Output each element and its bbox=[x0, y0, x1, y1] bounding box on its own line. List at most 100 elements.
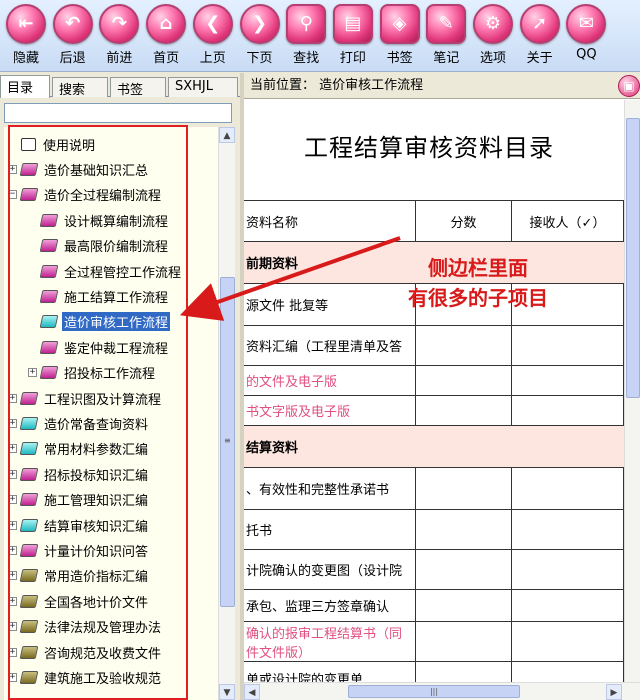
tree-item[interactable]: + 常用材料参数汇编 bbox=[8, 438, 150, 460]
toolbar-button-13[interactable]: ✉ QQ bbox=[564, 4, 608, 70]
expand-icon[interactable]: + bbox=[8, 672, 17, 682]
tree-item-label: 造价常备查询资料 bbox=[44, 417, 149, 433]
table-row: 单或设计院的变更单 bbox=[244, 662, 624, 682]
table-cell bbox=[416, 326, 512, 365]
document-hscroll-thumb[interactable]: ||| bbox=[348, 685, 520, 698]
document-title: 工程结算审核资料目录 bbox=[304, 134, 554, 162]
toolbar-button-7[interactable]: ⚲ 查找 bbox=[284, 4, 328, 70]
tree-item[interactable]: + 咨询规范及收费文件 bbox=[8, 641, 163, 663]
toolbar-button-5[interactable]: ❮ 上页 bbox=[191, 4, 235, 70]
table-row: 托书 bbox=[244, 510, 624, 550]
left-panel: 目录 搜索 书签 SXHJL 使用说明 + 造价基础知识汇总 − 造价全过程编制流程设计… bbox=[0, 73, 240, 700]
expand-icon[interactable]: + bbox=[8, 164, 17, 174]
tree-item-label: 造价审核工作流程 bbox=[62, 312, 171, 332]
expand-icon[interactable]: + bbox=[8, 622, 17, 632]
tree-item[interactable]: 鉴定仲裁工程流程 bbox=[28, 336, 170, 358]
table-cell bbox=[512, 662, 624, 682]
expand-icon[interactable]: + bbox=[8, 469, 17, 479]
toolbar-button-1[interactable]: ⇤ 隐藏 bbox=[4, 4, 48, 70]
tree-item[interactable]: 使用说明 bbox=[8, 133, 97, 155]
tree-item[interactable]: 最高限价编制流程 bbox=[28, 235, 170, 257]
tab-bookmarks[interactable]: 书签 bbox=[110, 77, 166, 98]
table-row: 确认的报审工程结算书（同 件文件版） bbox=[244, 622, 624, 662]
scroll-right-arrow-icon[interactable]: ▶ bbox=[606, 684, 622, 700]
toolbar-button-6[interactable]: ❯ 下页 bbox=[238, 4, 282, 70]
table-row: 计院确认的变更图（设计院 bbox=[244, 550, 624, 590]
back-icon: ↶ bbox=[52, 4, 93, 44]
tree-scroll-thumb[interactable]: ≡ bbox=[220, 277, 235, 607]
tab-search[interactable]: 搜索 bbox=[52, 77, 108, 98]
tree-item[interactable]: − 造价全过程编制流程 bbox=[8, 184, 163, 206]
expand-icon[interactable]: + bbox=[8, 393, 17, 403]
table-header-cell: 接收人（✓） bbox=[512, 201, 624, 241]
expand-icon[interactable]: + bbox=[8, 444, 17, 454]
tree-item-label: 招投标工作流程 bbox=[64, 367, 156, 383]
book-icon bbox=[19, 162, 39, 176]
printer-icon: ▤ bbox=[332, 4, 373, 44]
expand-icon[interactable]: + bbox=[8, 571, 17, 581]
scroll-up-arrow-icon[interactable]: ▲ bbox=[219, 127, 235, 143]
document-hscrollbar[interactable]: ◀ ||| ▶ bbox=[244, 682, 640, 700]
toolbar-button-8[interactable]: ▤ 打印 bbox=[331, 4, 375, 70]
document-scroll-thumb[interactable] bbox=[626, 118, 640, 398]
tree-item[interactable]: 全过程管控工作流程 bbox=[28, 260, 183, 282]
book-icon bbox=[19, 442, 39, 456]
tree-search-input[interactable] bbox=[4, 103, 232, 123]
tree-item[interactable]: + 造价常备查询资料 bbox=[8, 412, 150, 434]
tree-item[interactable]: + 建筑施工及验收规范 bbox=[8, 666, 163, 688]
qq-icon: ✉ bbox=[566, 4, 607, 44]
toolbar-button-label: 书签 bbox=[386, 51, 413, 66]
collapse-icon[interactable]: − bbox=[8, 190, 17, 200]
left-tabs: 目录 搜索 书签 SXHJL bbox=[0, 75, 240, 98]
tree-item[interactable]: 施工结算工作流程 bbox=[28, 285, 170, 307]
toolbar-button-3[interactable]: ↷ 前进 bbox=[97, 4, 141, 70]
expand-icon[interactable]: + bbox=[8, 545, 17, 555]
expand-icon[interactable]: + bbox=[28, 368, 37, 378]
table-header-row: 资料名称 分数 接收人（✓） bbox=[244, 200, 624, 242]
toolbar-button-10[interactable]: ✎ 笔记 bbox=[424, 4, 468, 70]
table-cell bbox=[416, 550, 512, 589]
gear-icon: ⚙ bbox=[473, 4, 513, 44]
tree-item[interactable]: + 造价基础知识汇总 bbox=[8, 158, 150, 180]
tree-item[interactable]: + 招标投标知识汇编 bbox=[8, 463, 150, 485]
book-icon bbox=[19, 569, 39, 583]
toolbar-button-label: 查找 bbox=[293, 51, 320, 66]
tab-sxhjl[interactable]: SXHJL bbox=[168, 77, 238, 97]
expand-icon[interactable]: + bbox=[8, 596, 17, 606]
tree-item-label: 使用说明 bbox=[43, 138, 96, 154]
toolbar-button-label: 选项 bbox=[479, 51, 506, 66]
toolbar-button-11[interactable]: ⚙ 选项 bbox=[471, 4, 515, 70]
scroll-left-arrow-icon[interactable]: ◀ bbox=[244, 684, 260, 700]
tree-item[interactable]: + 法律法规及管理办法 bbox=[8, 616, 163, 638]
toolbar-button-2[interactable]: ↶ 后退 bbox=[51, 4, 95, 70]
tab-contents[interactable]: 目录 bbox=[0, 75, 50, 98]
document-scrollbar[interactable] bbox=[624, 100, 640, 682]
tree-item[interactable]: + 工程识图及计算流程 bbox=[8, 387, 163, 409]
table-cell bbox=[416, 366, 512, 395]
tree-item[interactable]: + 计量计价知识问答 bbox=[8, 539, 150, 561]
tree-item[interactable]: + 常用造价指标汇编 bbox=[8, 565, 150, 587]
app-window: ⇤ 隐藏 ↶ 后退 ↷ 前进 ⌂ 首页 ❮ 上页 ❯ 下页 ⚲ 查找 ▤ 打印 ◈ 书签 ✎ 笔记 ⚙ 选项 ➚ 关于 ✉ QQ … bbox=[0, 0, 640, 700]
scroll-down-arrow-icon[interactable]: ▼ bbox=[219, 684, 235, 700]
toolbar-button-12[interactable]: ➚ 关于 bbox=[518, 4, 562, 70]
tree-item[interactable]: + 招投标工作流程 bbox=[28, 362, 157, 384]
document-name-cell: 资料汇编（工程里清单及答 bbox=[244, 326, 416, 365]
toolbar-button-label: 笔记 bbox=[433, 51, 460, 66]
tree-item[interactable]: + 全国各地计价文件 bbox=[8, 590, 150, 612]
tree-scrollbar[interactable]: ▲ ≡ ▼ bbox=[218, 127, 235, 700]
tree-item[interactable]: + 施工管理知识汇编 bbox=[8, 489, 150, 511]
toolbar-button-label: 前进 bbox=[106, 51, 133, 66]
tree-item[interactable]: 造价审核工作流程 bbox=[28, 311, 171, 333]
expand-icon[interactable]: + bbox=[8, 520, 17, 530]
tree-item-label: 建筑施工及验收规范 bbox=[44, 671, 162, 687]
toolbar-button-9[interactable]: ◈ 书签 bbox=[378, 4, 422, 70]
close-page-icon[interactable]: ▣ bbox=[618, 75, 640, 97]
expand-icon[interactable]: + bbox=[8, 418, 17, 428]
tree-item[interactable]: 设计概算编制流程 bbox=[28, 209, 170, 231]
book-icon bbox=[19, 594, 39, 608]
toolbar-button-label: 打印 bbox=[339, 51, 366, 66]
tree-item[interactable]: + 结算审核知识汇编 bbox=[8, 514, 150, 536]
expand-icon[interactable]: + bbox=[8, 647, 17, 657]
expand-icon[interactable]: + bbox=[8, 495, 17, 505]
toolbar-button-4[interactable]: ⌂ 首页 bbox=[144, 4, 188, 70]
